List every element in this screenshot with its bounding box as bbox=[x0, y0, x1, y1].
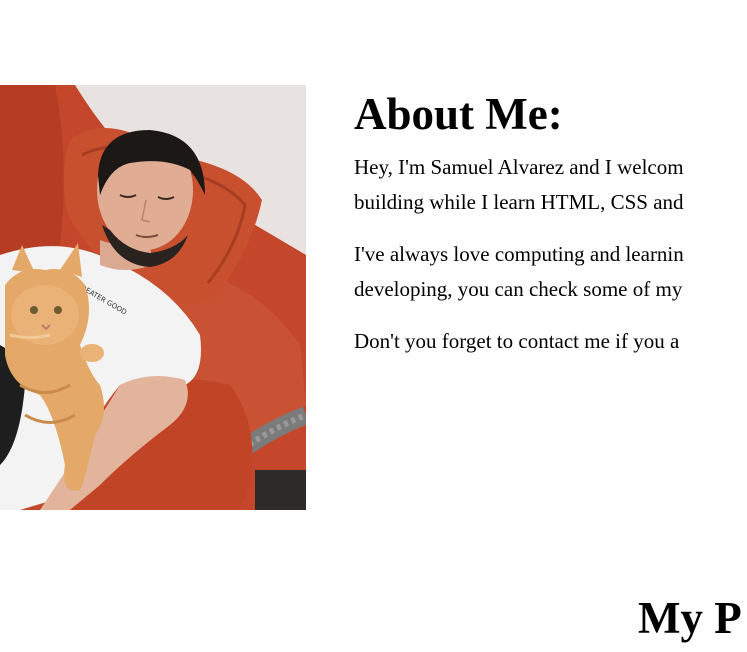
profile-photo: A GREATER GOOD bbox=[0, 85, 306, 510]
about-paragraph-3: Don't you forget to contact me if you a bbox=[354, 324, 747, 359]
projects-heading: My P bbox=[638, 593, 742, 643]
about-paragraph-1-line-2: building while I learn HTML, CSS and bbox=[354, 190, 684, 214]
profile-photo-illustration: A GREATER GOOD bbox=[0, 85, 306, 510]
page: A GREATER GOOD About Me: Hey, I'm Samuel… bbox=[0, 0, 747, 652]
about-paragraph-3-line-1: Don't you forget to contact me if you a bbox=[354, 329, 680, 353]
about-paragraph-1: Hey, I'm Samuel Alvarez and I welcom bui… bbox=[354, 150, 747, 220]
about-paragraph-2-line-2: developing, you can check some of my bbox=[354, 277, 683, 301]
about-section: About Me: Hey, I'm Samuel Alvarez and I … bbox=[354, 88, 747, 376]
about-paragraph-2-line-1: I've always love computing and learnin bbox=[354, 242, 684, 266]
about-paragraph-1-line-1: Hey, I'm Samuel Alvarez and I welcom bbox=[354, 155, 684, 179]
about-heading: About Me: bbox=[354, 89, 563, 139]
about-paragraph-2: I've always love computing and learnin d… bbox=[354, 237, 747, 307]
